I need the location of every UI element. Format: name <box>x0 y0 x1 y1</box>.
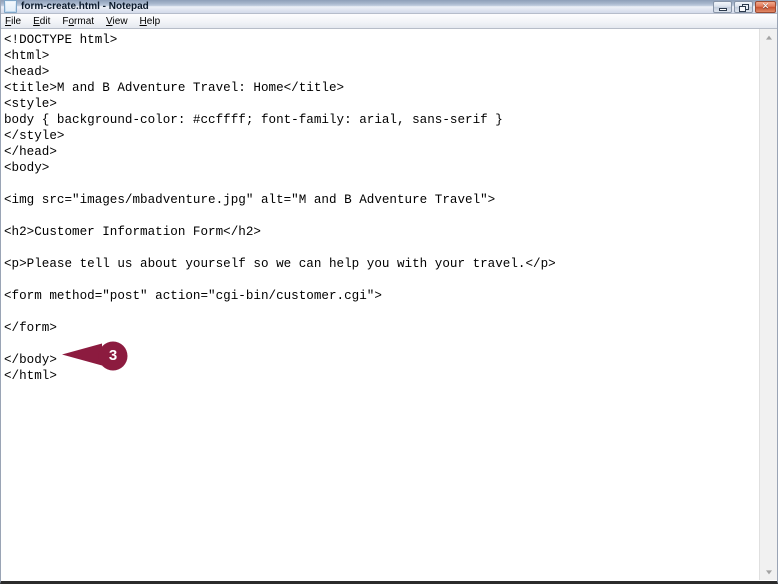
minimize-icon <box>719 8 727 11</box>
restore-icon-front <box>739 6 746 12</box>
titlebar: form-create.html - Notepad ✕ <box>1 0 777 14</box>
menu-item-format[interactable]: Format <box>62 15 101 28</box>
close-button[interactable]: ✕ <box>755 1 776 13</box>
menu-item-file[interactable]: File <box>5 15 28 28</box>
scroll-up-arrow-icon <box>765 35 772 40</box>
editor-area: <!DOCTYPE html> <html> <head> <title>M a… <box>1 29 777 580</box>
vertical-scrollbar[interactable] <box>759 29 777 580</box>
menu-item-view[interactable]: View <box>106 15 135 28</box>
menu-item-edit[interactable]: Edit <box>33 15 57 28</box>
menubar: File Edit Format View Help <box>1 14 777 29</box>
notepad-window: form-create.html - Notepad ✕ File Edit F… <box>0 0 778 584</box>
text-editor[interactable]: <!DOCTYPE html> <html> <head> <title>M a… <box>1 29 759 580</box>
menu-item-help[interactable]: Help <box>140 15 168 28</box>
scroll-down-button[interactable] <box>760 563 777 580</box>
notepad-document-icon <box>4 0 17 13</box>
minimize-button[interactable] <box>713 1 732 13</box>
code-text: <!DOCTYPE html> <html> <head> <title>M a… <box>4 33 556 383</box>
scroll-up-button[interactable] <box>760 29 777 46</box>
close-icon: ✕ <box>761 2 770 12</box>
scroll-down-arrow-icon <box>765 569 772 574</box>
scrollbar-track[interactable] <box>760 46 777 563</box>
restore-button[interactable] <box>734 1 753 13</box>
window-controls: ✕ <box>713 1 776 13</box>
window-title: form-create.html - Notepad <box>21 0 149 12</box>
